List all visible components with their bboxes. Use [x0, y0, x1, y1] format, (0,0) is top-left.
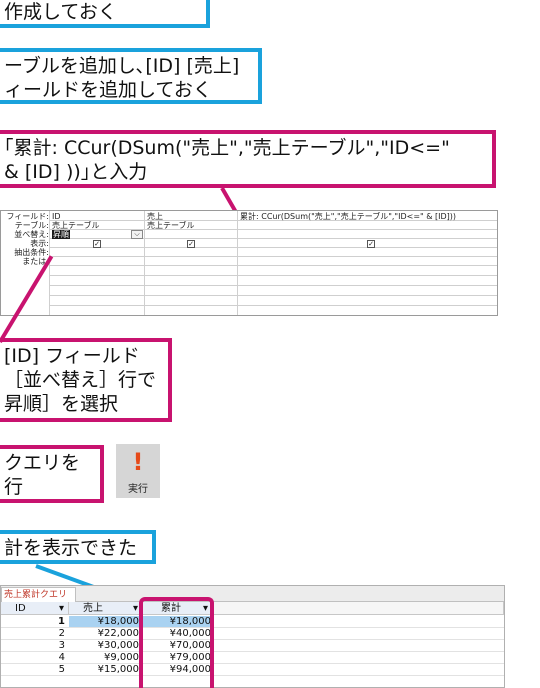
highlight-cumulative-column	[139, 597, 214, 688]
callout-text-line1: [ID] フィールド	[4, 345, 140, 367]
row-label-field: フィールド:	[6, 212, 49, 221]
callout-text-line3: 昇順］を選択	[4, 393, 119, 415]
callout-text-line2: & [ID] ))｣と入力	[4, 161, 148, 183]
callout-text-line2: ィールドを追加しておく	[4, 79, 212, 101]
cell-id[interactable]: 4	[1, 652, 67, 663]
callout-text-line1: クエリを	[4, 452, 81, 474]
cell-sales[interactable]: ¥22,000	[69, 628, 141, 639]
col1-sort-select[interactable]: 昇順	[52, 230, 70, 239]
query-design-grid: フィールド: テーブル: 並べ替え: 表示: 抽出条件: または: ID 売上テ…	[0, 210, 498, 316]
tab-bar: 売上累計クエリ	[1, 586, 504, 602]
run-button[interactable]: ! 実行	[116, 444, 160, 498]
callout-text-line1: ーブルを追加し､[ID] [売上]	[4, 55, 240, 77]
col2-field[interactable]: 売上	[147, 212, 163, 221]
col3-field[interactable]: 累計: CCur(DSum("売上","売上テーブル","ID<=" & [ID…	[240, 212, 497, 221]
cell-sales[interactable]: ¥9,000	[69, 652, 141, 663]
datasheet-view: 売上累計クエリ ID ▾ 売上 ▾ 累計 ▾ 1 ¥18,000 ¥18,000 2 ¥22,…	[0, 585, 505, 688]
col3-show-checkbox[interactable]: ✓	[367, 240, 375, 248]
callout-run-query: クエリを 行	[0, 445, 104, 503]
run-button-label: 実行	[128, 484, 148, 495]
col1-field[interactable]: ID	[52, 212, 61, 221]
row-label-or: または:	[22, 257, 49, 266]
row-label-sort: 並べ替え:	[14, 230, 49, 239]
exclamation-icon: !	[132, 448, 144, 476]
callout-cumulative-shown: 計を表示できた	[0, 530, 156, 564]
tab-query[interactable]: 売上累計クエリ	[1, 587, 77, 602]
cell-id[interactable]: 1	[1, 616, 67, 627]
cell-sales[interactable]: ¥18,000	[69, 616, 141, 627]
callout-sort-ascending: [ID] フィールド ［並べ替え］行で 昇順］を選択	[0, 338, 172, 422]
cell-sales[interactable]: ¥30,000	[69, 640, 141, 651]
cell-sales[interactable]: ¥15,000	[69, 664, 141, 675]
callout-enter-expression: ｢累計: CCur(DSum("売上","売上テーブル","ID<=" & [I…	[0, 130, 496, 188]
col1-show-checkbox[interactable]: ✓	[93, 240, 101, 248]
row-label-table: テーブル:	[14, 221, 49, 230]
callout-text-line1: ｢累計: CCur(DSum("売上","売上テーブル","ID<="	[4, 137, 450, 159]
callout-create: 作成しておく	[0, 0, 210, 28]
row-label-criteria: 抽出条件:	[14, 248, 49, 257]
row-label-show: 表示:	[30, 239, 49, 248]
callout-text: 作成しておく	[4, 1, 117, 23]
column-header-sales[interactable]: 売上 ▾	[69, 602, 143, 615]
column-header-label: ID	[15, 603, 26, 614]
col1-sort-value: 昇順	[52, 230, 70, 239]
column-header-id[interactable]: ID ▾	[1, 602, 69, 615]
row-divider	[1, 675, 504, 676]
chevron-down-icon[interactable]: ▾	[133, 602, 138, 615]
chevron-down-icon[interactable]: ▾	[59, 602, 64, 615]
column-header-label: 売上	[83, 603, 103, 614]
callout-text: 計を表示できた	[4, 537, 138, 559]
col1-table[interactable]: 売上テーブル	[52, 221, 100, 230]
cell-id[interactable]: 2	[1, 628, 67, 639]
cell-id[interactable]: 5	[1, 664, 67, 675]
callout-text-line2: ［並べ替え］行で	[4, 369, 157, 391]
callout-add-table: ーブルを追加し､[ID] [売上] ィールドを追加しておく	[0, 48, 262, 104]
col2-show-checkbox[interactable]: ✓	[187, 240, 195, 248]
cell-id[interactable]: 3	[1, 640, 67, 651]
callout-text-line2: 行	[4, 476, 24, 498]
column-header-empty	[213, 602, 504, 615]
chevron-down-icon[interactable]: ⌵	[131, 230, 143, 239]
col2-table[interactable]: 売上テーブル	[147, 221, 195, 230]
